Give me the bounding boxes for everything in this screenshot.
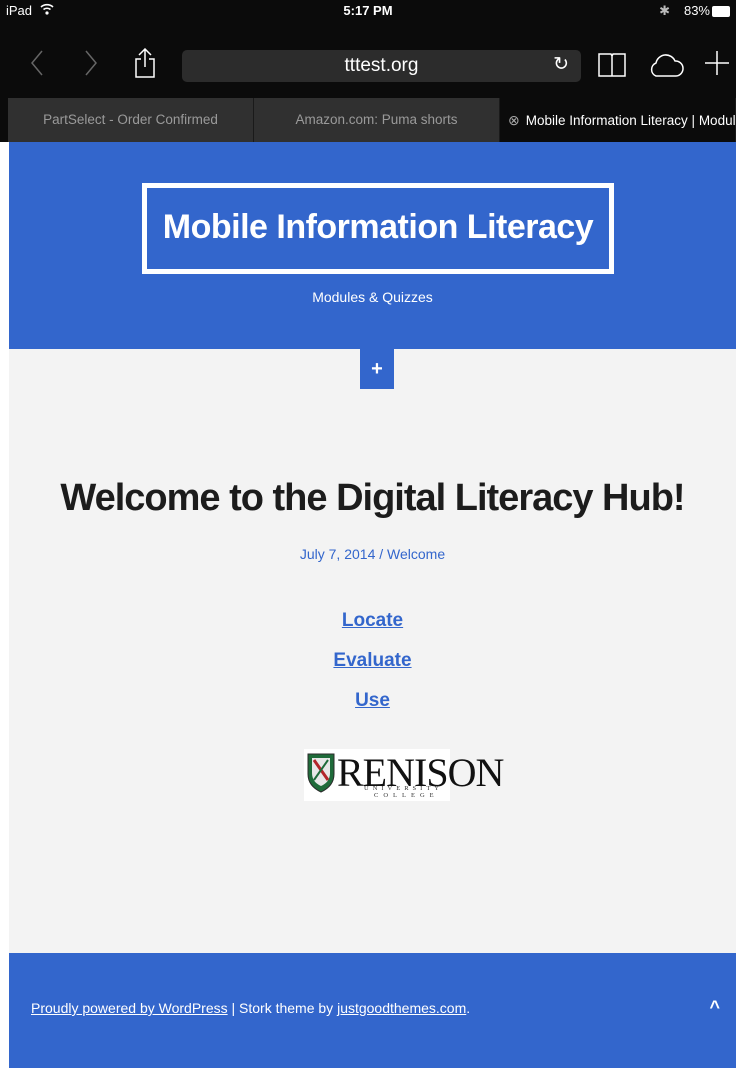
footer-credits: Proudly powered by WordPress | Stork the… [31,1000,470,1016]
share-icon[interactable] [133,48,157,78]
site-tagline: Modules & Quizzes [312,289,433,305]
renison-logo: RENISON UNIVERSITY COLLEGE [304,749,504,801]
url-text: tttest.org [344,55,419,76]
tab-close-icon[interactable]: ⊗ [508,112,520,128]
link-locate[interactable]: Locate [9,610,736,632]
safari-toolbar: tttest.org ↻ [0,24,736,98]
back-icon[interactable] [30,50,44,76]
shield-icon [306,752,336,799]
browser-chrome: iPad 5:17 PM ✱ 83% tttest.org ↻ PartSele… [0,0,736,142]
scroll-top-icon[interactable]: ^ [709,997,720,1018]
link-evaluate[interactable]: Evaluate [9,650,736,672]
link-use[interactable]: Use [9,690,736,712]
address-bar[interactable]: tttest.org ↻ [182,50,581,82]
cloud-icon[interactable] [648,52,684,78]
theme-link[interactable]: justgoodthemes.com [337,1000,466,1016]
logo-line-2: COLLEGE [374,792,439,799]
menu-toggle-button[interactable]: + [360,349,394,389]
tab-active[interactable]: ⊗ Mobile Information Literacy | Modul... [500,98,736,142]
site-title: Mobile Information Literacy [162,208,594,246]
post-meta[interactable]: July 7, 2014 / Welcome [9,546,736,562]
status-bar: iPad 5:17 PM ✱ 83% [0,0,736,24]
reload-icon[interactable]: ↻ [553,53,569,76]
site-header: Mobile Information Literacy Modules & Qu… [9,142,736,349]
tab-label: Mobile Information Literacy | Modul... [525,113,736,128]
footer-end: . [466,1000,471,1016]
footer-separator: | Stork theme by [227,1000,338,1016]
site-footer: Proudly powered by WordPress | Stork the… [9,953,736,1068]
tab-partselect[interactable]: PartSelect - Order Confirmed [8,98,254,142]
wordpress-link[interactable]: Proudly powered by WordPress [31,1000,228,1016]
new-tab-icon[interactable] [704,50,730,76]
bluetooth-icon: ✱ [659,3,670,18]
tab-amazon[interactable]: Amazon.com: Puma shorts [254,98,500,142]
status-time: 5:17 PM [343,3,393,18]
bookmarks-icon[interactable] [598,52,626,78]
tab-label: PartSelect - Order Confirmed [43,112,218,127]
web-page: Mobile Information Literacy Modules & Qu… [9,142,736,1068]
site-title-box[interactable]: Mobile Information Literacy [142,183,614,274]
forward-icon[interactable] [84,50,98,76]
battery-icon [712,6,730,17]
tab-label: Amazon.com: Puma shorts [295,112,458,127]
post-title: Welcome to the Digital Literacy Hub! [60,477,685,519]
battery-percent: 83% [683,3,710,18]
logo-line-1: UNIVERSITY [364,785,443,792]
tab-bar: PartSelect - Order Confirmed Amazon.com:… [0,98,736,142]
